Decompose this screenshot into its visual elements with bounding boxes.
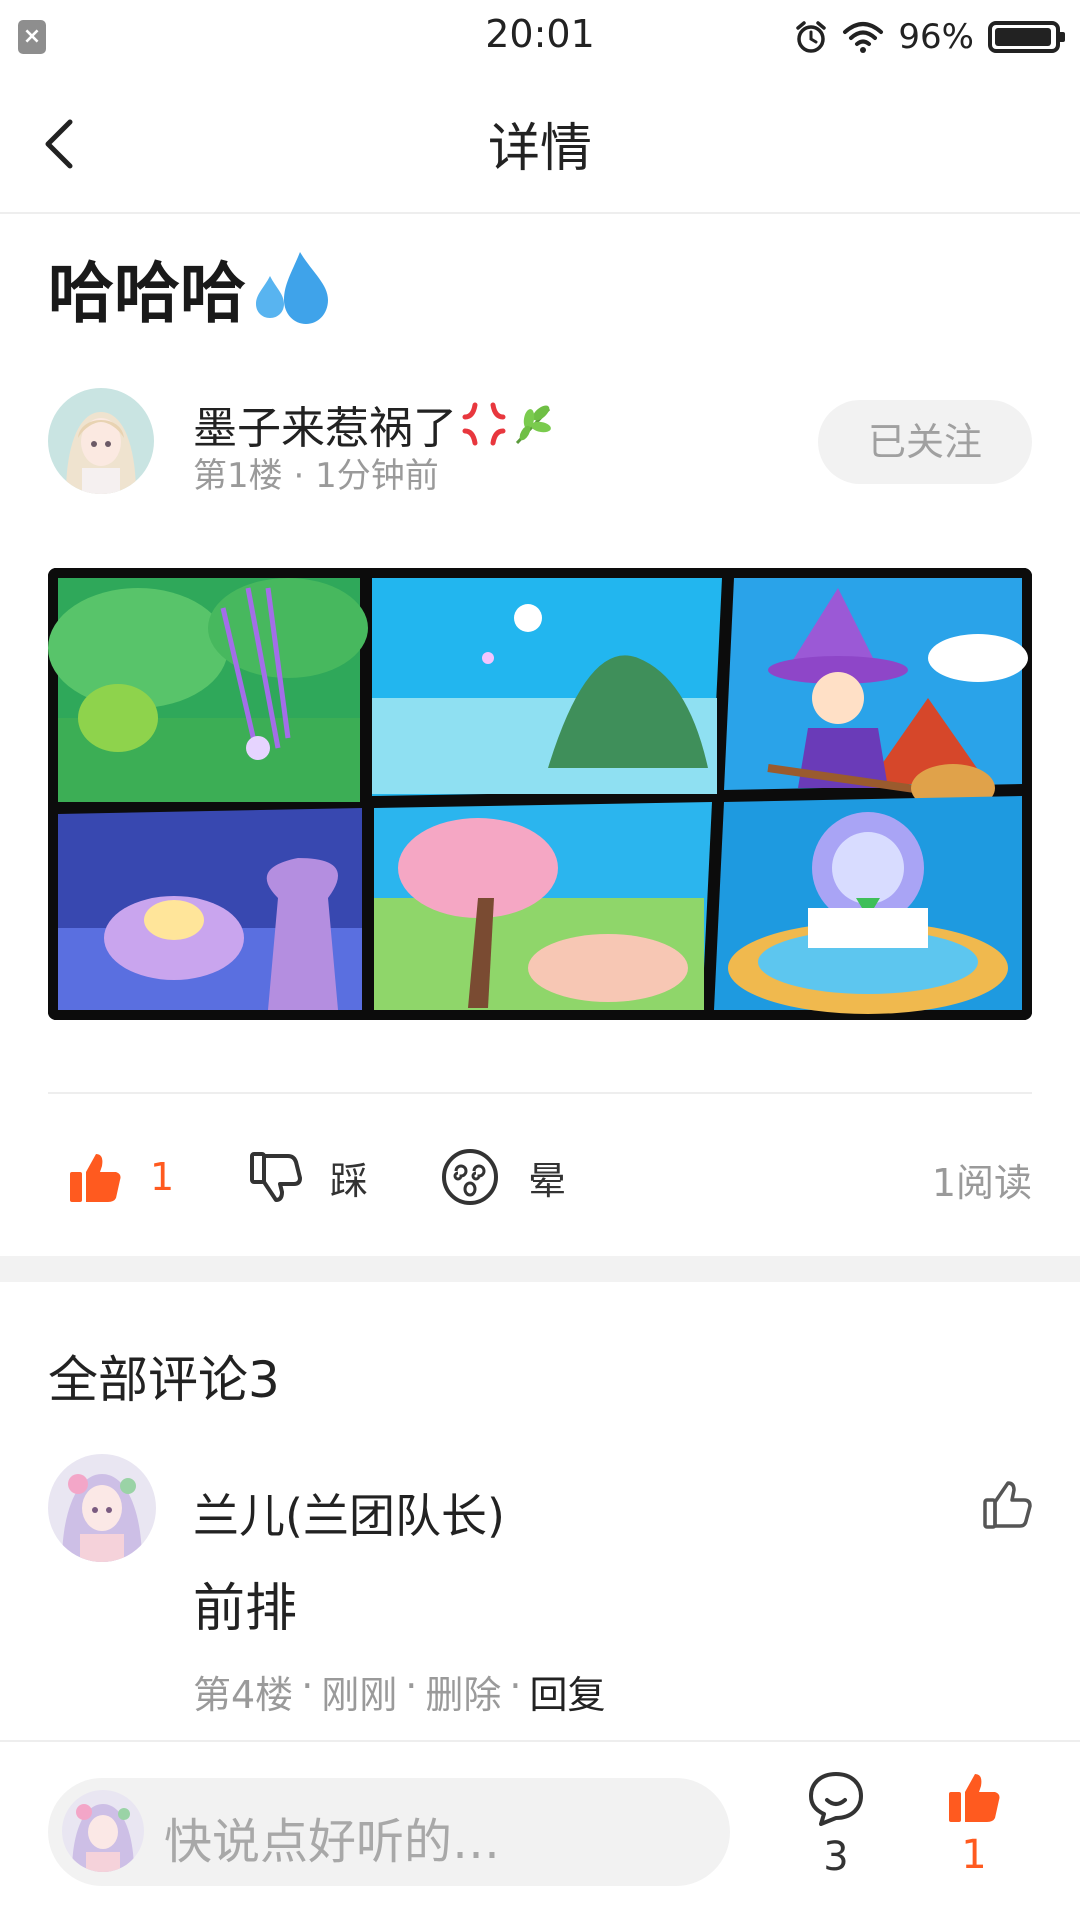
- dizzy-label: 晕: [528, 1158, 567, 1203]
- meta-separator: ·: [301, 1664, 314, 1708]
- reply-link[interactable]: 回复: [530, 1664, 606, 1719]
- battery-percent: 96%: [898, 17, 974, 57]
- divider: [48, 1092, 1032, 1094]
- author-name-text: 墨子来惹祸了: [193, 403, 457, 454]
- comment-meta: 第4楼 · 刚刚 · 删除 · 回复: [193, 1664, 606, 1719]
- comment-text: 前排: [193, 1579, 298, 1639]
- author-row: 墨子来惹祸了 第1楼 · 1分钟前 已关注: [48, 388, 1032, 498]
- comments-button[interactable]: 3: [796, 1770, 876, 1900]
- like-count: 1: [150, 1155, 175, 1199]
- thumbs-up-filled-icon: [949, 1774, 1000, 1822]
- post-title-text: 哈哈哈: [48, 255, 246, 332]
- comment-input-placeholder: 快说点好听的…: [164, 1814, 501, 1870]
- comment-input[interactable]: 快说点好听的…: [48, 1778, 730, 1886]
- status-bar: × 20:01 96%: [0, 0, 1080, 76]
- dizzy-face-icon: [442, 1149, 498, 1205]
- comment-bubble-icon: [809, 1772, 863, 1826]
- bottom-like-count: 1: [961, 1832, 987, 1878]
- meta-separator: ·: [509, 1664, 522, 1708]
- meta-separator: ·: [293, 456, 316, 496]
- my-avatar: [62, 1790, 144, 1872]
- comment-count: 3: [823, 1834, 849, 1880]
- nav-bar: 详情: [0, 76, 1080, 214]
- thumbs-up-filled-icon: [70, 1154, 121, 1202]
- meta-separator: ·: [405, 1664, 418, 1708]
- herb-icon: [515, 405, 551, 445]
- follow-button[interactable]: 已关注: [818, 400, 1032, 484]
- like-button[interactable]: 1: [68, 1140, 174, 1214]
- author-avatar[interactable]: [48, 388, 154, 494]
- post-time: 1分钟前: [315, 456, 439, 496]
- dizzy-button[interactable]: 晕: [440, 1140, 566, 1214]
- bottom-bar: 快说点好听的… 3 1: [0, 1740, 1080, 1920]
- read-count: 1阅读: [931, 1161, 1032, 1205]
- comment-item: 兰儿(兰团队长) 前排 第4楼 · 刚刚 · 删除 · 回复: [48, 1454, 1032, 1717]
- commenter-name[interactable]: 兰儿(兰团队长): [193, 1480, 505, 1546]
- comment-like-icon[interactable]: [982, 1480, 1032, 1530]
- thumbs-down-icon: [250, 1152, 302, 1202]
- sweat-droplets-icon: [256, 252, 328, 324]
- commenter-avatar[interactable]: [48, 1454, 156, 1562]
- post-actions: 1 踩 晕 1阅读: [48, 1140, 1032, 1214]
- delete-link[interactable]: 删除: [425, 1664, 501, 1719]
- author-meta: 第1楼 · 1分钟前: [193, 448, 439, 497]
- bottom-like-button[interactable]: 1: [934, 1770, 1014, 1900]
- page-title: 详情: [487, 119, 592, 179]
- battery-icon: [988, 21, 1065, 53]
- post-image[interactable]: [48, 568, 1032, 1020]
- post-floor: 第1楼: [193, 456, 283, 496]
- comments-heading: 全部评论3: [48, 1351, 280, 1409]
- section-divider: [0, 1256, 1080, 1282]
- alarm-icon: [796, 21, 827, 53]
- wifi-icon: [843, 22, 884, 53]
- comment-time: 刚刚: [321, 1673, 398, 1717]
- post-title: 哈哈哈: [48, 240, 336, 336]
- author-name[interactable]: 墨子来惹祸了: [193, 392, 557, 456]
- anger-symbol-icon: [462, 402, 506, 446]
- dislike-button[interactable]: 踩: [248, 1140, 368, 1214]
- dislike-label: 踩: [330, 1158, 369, 1203]
- status-icons: 96%: [794, 14, 1065, 60]
- comment-floor: 第4楼: [193, 1673, 294, 1717]
